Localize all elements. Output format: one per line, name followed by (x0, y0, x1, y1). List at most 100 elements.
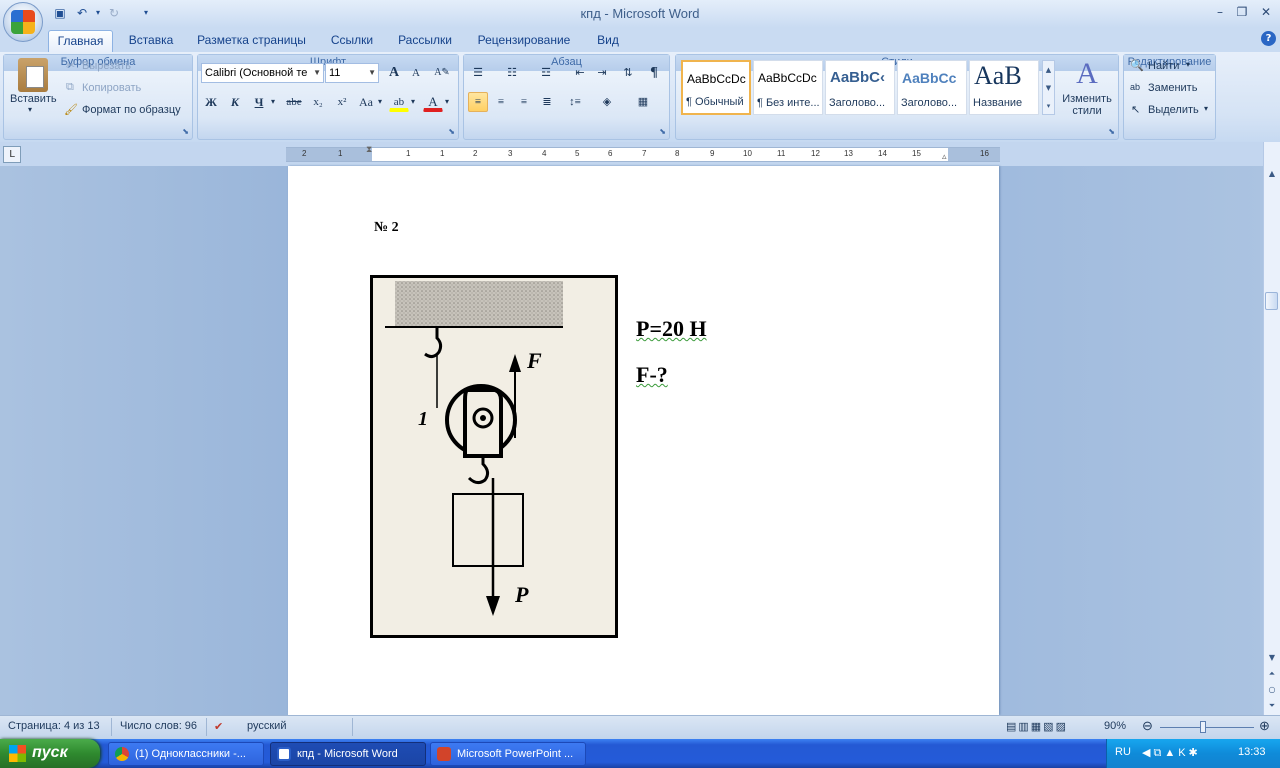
superscript-button[interactable]: x² (332, 92, 352, 112)
style-title[interactable]: AaB Название (969, 60, 1039, 115)
tab-insert[interactable]: Вставка (120, 30, 182, 52)
status-separator (206, 718, 207, 736)
change-case-dropdown-icon[interactable]: ▾ (378, 97, 382, 106)
cut-button[interactable]: Вырезать (82, 60, 131, 72)
change-case-button[interactable]: Aa (356, 92, 376, 112)
underline-dropdown-icon[interactable]: ▾ (271, 97, 275, 106)
vertical-scrollbar[interactable]: ▲ ▼ ⏶ ○ ⏷ (1263, 142, 1280, 715)
zoom-slider[interactable] (1160, 727, 1254, 728)
indent-marker-icon[interactable]: ⧗ (366, 145, 372, 155)
taskbar-item-word[interactable]: кпд - Microsoft Word (270, 742, 426, 766)
help-icon[interactable]: ? (1261, 31, 1276, 46)
clock: 13:33 (1238, 746, 1266, 758)
change-styles-icon[interactable]: A (1070, 58, 1104, 90)
copy-button[interactable]: Копировать (82, 82, 141, 94)
tab-view[interactable]: Вид (588, 30, 628, 52)
input-language[interactable]: RU (1115, 746, 1131, 758)
font-color-button[interactable]: A (423, 92, 443, 112)
taskbar-item-browser[interactable]: (1) Одноклассники -... (108, 742, 264, 766)
style-heading-2[interactable]: AaBbCc Заголово... (897, 60, 967, 115)
powerpoint-icon (437, 747, 451, 761)
tab-review[interactable]: Рецензирование (468, 30, 580, 52)
style-normal[interactable]: AaBbCcDc ¶ Обычный (681, 60, 751, 115)
ruler-number: 3 (508, 149, 513, 158)
decrease-indent-icon[interactable]: ⇤ (570, 63, 590, 83)
justify-icon[interactable]: ≣ (537, 92, 557, 112)
dialog-launcher-icon[interactable]: ⬊ (659, 127, 666, 136)
subscript-button[interactable]: x₂ (308, 92, 328, 112)
proofing-icon[interactable]: ✔ (214, 720, 223, 733)
weight-p-label: P (515, 582, 529, 607)
dialog-launcher-icon[interactable]: ⬊ (448, 127, 455, 136)
next-page-icon[interactable]: ⏷ (1264, 698, 1280, 714)
scroll-up-icon[interactable]: ▲ (1264, 166, 1280, 182)
grow-font-button[interactable]: A (384, 63, 404, 83)
start-button[interactable]: пуск (0, 739, 100, 768)
tab-page-layout[interactable]: Разметка страницы (190, 30, 313, 52)
zoom-out-icon[interactable]: ⊖ (1142, 718, 1153, 734)
align-center-icon[interactable]: ≡ (491, 92, 511, 112)
previous-page-icon[interactable]: ⏶ (1264, 666, 1280, 682)
styles-gallery-scroll[interactable]: ▲ ▼ ▾ (1042, 60, 1055, 115)
format-painter-button[interactable]: Формат по образцу (82, 104, 181, 116)
highlight-dropdown-icon[interactable]: ▾ (411, 97, 415, 106)
zoom-in-icon[interactable]: ⊕ (1259, 718, 1270, 734)
select-button[interactable]: Выделить (1148, 104, 1199, 116)
highlight-button[interactable]: ab (389, 92, 409, 112)
dialog-launcher-icon[interactable]: ⬊ (182, 127, 189, 136)
restore-icon[interactable]: ❐ (1230, 5, 1254, 21)
tab-mailings[interactable]: Рассылки (390, 30, 460, 52)
font-name-combo[interactable]: Calibri (Основной те ▼ (201, 63, 324, 83)
italic-button[interactable]: К (225, 92, 245, 112)
line-spacing-icon[interactable]: ↕≡ (565, 92, 585, 112)
tab-home[interactable]: Главная (48, 30, 113, 52)
align-right-icon[interactable]: ≡ (514, 92, 534, 112)
dialog-launcher-icon[interactable]: ⬊ (1108, 127, 1115, 136)
close-icon[interactable]: ✕ (1254, 5, 1278, 21)
paste-icon[interactable] (18, 58, 48, 92)
bold-button[interactable]: Ж (201, 92, 221, 112)
align-left-icon[interactable]: ≡ (468, 92, 488, 112)
ruler-number: 1 (338, 149, 343, 158)
find-dropdown-icon[interactable]: ▾ (1186, 60, 1190, 69)
find-button[interactable]: Найти (1148, 60, 1179, 72)
clear-formatting-icon[interactable]: A✎ (432, 63, 452, 83)
numbering-icon[interactable]: ☷ (502, 63, 522, 83)
underline-button[interactable]: Ч (249, 92, 269, 112)
tray-icons[interactable]: ◀⧉▲K✱ (1142, 746, 1201, 760)
view-buttons-icon[interactable]: ▤▥▦▧▨ (1006, 720, 1068, 733)
zoom-level[interactable]: 90% (1104, 720, 1126, 732)
horizontal-ruler[interactable]: 2 1 1 1 2 3 4 5 6 7 8 9 10 11 12 13 14 15 16 (286, 147, 1000, 162)
browse-object-icon[interactable]: ○ (1264, 682, 1280, 698)
tab-selector[interactable]: L (3, 146, 21, 163)
sort-icon[interactable]: ⇅ (618, 63, 638, 83)
word-count[interactable]: Число слов: 96 (120, 720, 197, 732)
scroll-thumb[interactable] (1265, 292, 1278, 310)
replace-button[interactable]: Заменить (1148, 82, 1197, 94)
tab-references[interactable]: Ссылки (322, 30, 382, 52)
shading-icon[interactable]: ◈ (597, 92, 617, 112)
language-status[interactable]: русский (247, 720, 286, 732)
scroll-down-icon[interactable]: ▼ (1264, 650, 1280, 666)
select-dropdown-icon[interactable]: ▾ (1204, 104, 1208, 113)
bullets-icon[interactable]: ☰ (468, 63, 488, 83)
multilevel-list-icon[interactable]: ☲ (536, 63, 556, 83)
increase-indent-icon[interactable]: ⇥ (592, 63, 612, 83)
page-count[interactable]: Страница: 4 из 13 (8, 720, 100, 732)
office-button[interactable] (3, 2, 43, 42)
show-formatting-button[interactable]: ¶ (644, 63, 664, 83)
font-color-dropdown-icon[interactable]: ▾ (445, 97, 449, 106)
font-size-combo[interactable]: 11 ▼ (325, 63, 379, 83)
zoom-slider-thumb[interactable] (1200, 721, 1206, 733)
style-heading-1[interactable]: AaBbC‹ Заголово... (825, 60, 895, 115)
strikethrough-button[interactable]: abe (284, 92, 304, 112)
change-styles-button[interactable]: Изменить стили (1061, 93, 1113, 117)
right-indent-marker-icon[interactable]: ▵ (942, 152, 947, 162)
style-no-spacing[interactable]: AaBbCcDc ¶ Без инте... (753, 60, 823, 115)
paste-button[interactable]: Вставить (10, 93, 57, 105)
paste-dropdown-icon[interactable]: ▾ (28, 105, 32, 114)
minimize-icon[interactable]: – (1208, 5, 1232, 21)
borders-icon[interactable]: ▦ (633, 92, 653, 112)
shrink-font-button[interactable]: A (406, 63, 426, 83)
taskbar-item-powerpoint[interactable]: Microsoft PowerPoint ... (430, 742, 586, 766)
